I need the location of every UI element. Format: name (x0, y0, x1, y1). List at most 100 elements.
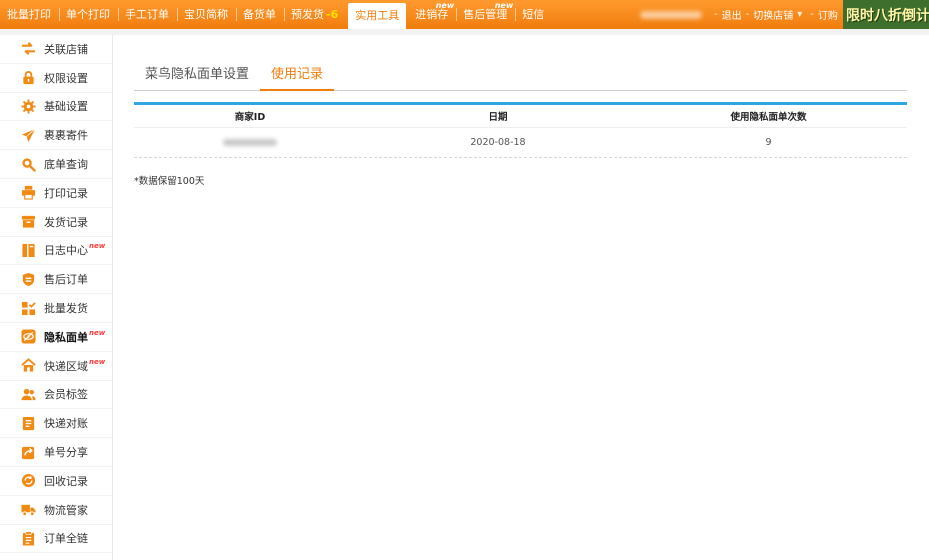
nav-label: 短信 (522, 8, 545, 21)
sidebar-item-label: 打印记录 (44, 186, 88, 200)
sidebar-item-label: 物流管家 (44, 503, 88, 517)
magnifier-icon (20, 156, 36, 172)
top-nav: 批量打印 单个打印 手工订单 宝贝简称 备货单 预发货 -6 实用工具 进销存 ne… (0, 0, 552, 29)
sidebar-item-waybill-query[interactable]: 底单查询 (0, 150, 112, 179)
sidebar-item-express-area[interactable]: 快递区域 new (0, 352, 112, 381)
sidebar: 关联店铺 权限设置 基础设置 裹裹寄件 底单查询 打印记录 发货记录 日志中心 … (0, 35, 113, 560)
sidebar-item-label: 快递对账 (44, 417, 88, 431)
nav-stock-list[interactable]: 备货单 (236, 0, 284, 29)
tab-usage-records[interactable]: 使用记录 (260, 63, 335, 91)
eye-off-icon (20, 329, 36, 345)
nav-label: 实用工具 (355, 9, 400, 22)
nav-label: 备货单 (243, 8, 276, 21)
chevron-down-icon[interactable]: ▾ (797, 9, 802, 20)
switch-shop-link[interactable]: 切换店铺 (753, 7, 793, 22)
cell-merchant-id (134, 137, 366, 148)
sidebar-item-waybill-share[interactable]: 单号分享 (0, 438, 112, 467)
nav-batch-print[interactable]: 批量打印 (0, 0, 59, 29)
sidebar-item-permissions[interactable]: 权限设置 (0, 64, 112, 93)
promo-text: 限时八折倒计时 (846, 7, 929, 24)
sidebar-item-after-sales-orders[interactable]: 售后订单 (0, 265, 112, 295)
username-redacted (640, 10, 702, 19)
recycle-icon (20, 473, 36, 489)
subscribe-link[interactable]: 订购 (818, 7, 838, 22)
nav-sms[interactable]: 短信 (515, 0, 552, 29)
sidebar-item-label: 会员标签 (44, 388, 88, 402)
new-badge: new (89, 357, 106, 366)
tab-privacy-settings[interactable]: 菜鸟隐私面单设置 (134, 63, 260, 91)
sidebar-item-label: 批量发货 (44, 302, 88, 316)
sidebar-item-label: 发货记录 (44, 215, 88, 229)
nav-label: 批量打印 (7, 8, 51, 21)
nav-label: 预发货 (291, 8, 324, 21)
sidebar-item-label: 底单查询 (44, 158, 88, 172)
sidebar-item-label: 回收记录 (44, 474, 88, 488)
sidebar-item-label: 权限设置 (44, 71, 88, 85)
sidebar-item-log-center[interactable]: 日志中心 new (0, 237, 112, 266)
nav-after-sales[interactable]: 售后管理 new (456, 0, 515, 29)
separator: - (745, 9, 750, 20)
header-merchant-id: 商家ID (234, 112, 266, 123)
top-nav-bar: 批量打印 单个打印 手工订单 宝贝简称 备货单 预发货 -6 实用工具 进销存 ne… (0, 0, 929, 29)
nav-manual-order[interactable]: 手工订单 (118, 0, 177, 29)
lock-icon (20, 70, 36, 86)
sidebar-item-order-chain[interactable]: 订单全链 (0, 525, 112, 554)
printer-icon (20, 185, 36, 201)
nav-label: 单个打印 (66, 8, 110, 21)
gear-icon (20, 98, 36, 114)
logout-link[interactable]: 退出 (722, 7, 742, 22)
tab-bar: 菜鸟隐私面单设置 使用记录 (134, 63, 907, 91)
pre-ship-count: -6 (326, 8, 339, 21)
sidebar-item-label: 订单全链 (44, 532, 88, 546)
sidebar-item-label: 裹裹寄件 (44, 129, 88, 143)
sidebar-item-batch-ship[interactable]: 批量发货 (0, 294, 112, 323)
sidebar-item-logistics-manager[interactable]: 物流管家 (0, 496, 112, 525)
nav-item-shortname[interactable]: 宝贝简称 (177, 0, 236, 29)
sidebar-item-linked-shops[interactable]: 关联店铺 (0, 35, 112, 64)
separator: - (714, 9, 718, 20)
nav-inventory[interactable]: 进销存 new (408, 0, 456, 29)
sidebar-item-basic-settings[interactable]: 基础设置 (0, 93, 112, 122)
users-icon (20, 386, 36, 402)
nav-label: 宝贝简称 (184, 8, 228, 21)
merchant-id-redacted (223, 139, 277, 146)
new-badge: new (494, 1, 514, 10)
sidebar-item-print-records[interactable]: 打印记录 (0, 179, 112, 208)
main-content: 菜鸟隐私面单设置 使用记录 商家ID 日期 使用隐私面单次数 2020-08-1… (113, 35, 929, 560)
top-user-links: - 退出 - 切换店铺 ▾ - 订购 (640, 0, 838, 29)
sidebar-item-label: 关联店铺 (44, 42, 88, 56)
cell-usage-count: 9 (765, 137, 772, 148)
header-usage-count: 使用隐私面单次数 (730, 112, 807, 123)
reconcile-icon (20, 415, 36, 431)
sidebar-item-label: 单号分享 (44, 446, 88, 460)
sidebar-item-guoguo-send[interactable]: 裹裹寄件 (0, 121, 112, 151)
sidebar-item-privacy-waybill[interactable]: 隐私面单 new (0, 322, 112, 352)
table-row: 2020-08-18 9 (134, 128, 907, 158)
clipboard-icon (20, 530, 36, 546)
sidebar-item-label: 日志中心 (44, 244, 88, 258)
promo-banner[interactable]: 限时八折倒计时 (843, 0, 929, 29)
sidebar-item-express-reconcile[interactable]: 快递对账 (0, 409, 112, 439)
nav-pre-ship[interactable]: 预发货 -6 (284, 0, 346, 29)
share-icon (20, 444, 36, 460)
header-date: 日期 (488, 112, 508, 123)
nav-label: 手工订单 (125, 8, 169, 21)
swap-arrows-icon (20, 41, 36, 57)
shield-icon (20, 271, 36, 287)
truck-icon (20, 502, 36, 518)
usage-records-table: 商家ID 日期 使用隐私面单次数 2020-08-18 9 (134, 102, 907, 158)
home-icon (20, 358, 36, 374)
new-badge: new (435, 1, 455, 10)
sidebar-item-recycle-records[interactable]: 回收记录 (0, 467, 112, 496)
sidebar-item-shipping-records[interactable]: 发货记录 (0, 208, 112, 237)
new-badge: new (89, 242, 106, 251)
cell-date: 2020-08-18 (470, 137, 526, 148)
sidebar-item-member-tags[interactable]: 会员标签 (0, 381, 112, 410)
sidebar-item-label: 基础设置 (44, 100, 88, 114)
grid-check-icon (20, 300, 36, 316)
log-book-icon (20, 242, 36, 258)
table-header: 商家ID 日期 使用隐私面单次数 (134, 102, 907, 128)
nav-tools[interactable]: 实用工具 (348, 3, 407, 29)
nav-single-print[interactable]: 单个打印 (59, 0, 118, 29)
sidebar-item-label: 隐私面单 (44, 330, 88, 344)
